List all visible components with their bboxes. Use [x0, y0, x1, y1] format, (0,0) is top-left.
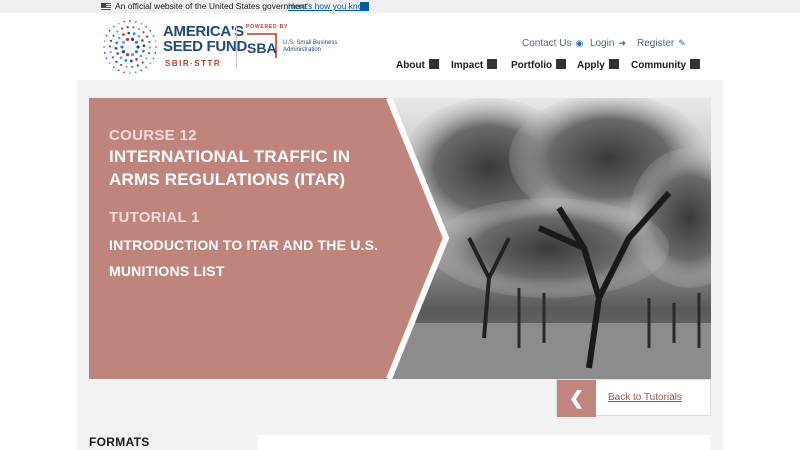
nav-about-label: About [396, 60, 425, 71]
gov-banner-text: An official website of the United States… [115, 1, 308, 11]
nav-about[interactable]: About [396, 59, 439, 72]
logo-title-line2: SEED FUND [163, 38, 247, 55]
login-label: Login [590, 38, 615, 49]
chat-bubble-icon: ◉ [575, 38, 584, 48]
course-title: INTERNATIONAL TRAFFIC IN ARMS REGULATION… [109, 147, 351, 189]
nav-portfolio-label: Portfolio [511, 60, 553, 71]
logo-divider [236, 25, 237, 69]
banner-toggle-icon[interactable] [360, 2, 369, 11]
logo-subtitle: SBIR·STTR [165, 59, 222, 68]
nav-apply-label: Apply [577, 60, 605, 71]
course-label: COURSE 12 [109, 127, 197, 144]
chevron-left-icon[interactable]: ❮ [557, 380, 596, 417]
contact-us-link[interactable]: Contact Us ◉ [522, 37, 583, 49]
dropdown-toggle-icon[interactable] [487, 59, 498, 69]
powered-by-label: POWERED BY [246, 24, 289, 30]
sign-in-icon: ➜ [618, 38, 627, 48]
nav-community-label: Community [631, 60, 686, 71]
dropdown-toggle-icon[interactable] [556, 59, 567, 69]
gov-banner: An official website of the United States… [0, 0, 800, 13]
nav-portfolio[interactable]: Portfolio [511, 59, 567, 72]
register-label: Register [637, 38, 675, 49]
us-flag-icon [101, 3, 111, 10]
pencil-icon: ✎ [678, 38, 686, 48]
back-to-tutorials-button[interactable]: ❮ Back to Tutorials [556, 379, 711, 417]
nav-apply[interactable]: Apply [577, 59, 619, 72]
nav-impact[interactable]: Impact [451, 59, 498, 72]
heres-how-you-know-link[interactable]: Here's how you know [288, 0, 369, 13]
content-card [257, 435, 711, 450]
dropdown-toggle-icon[interactable] [428, 59, 439, 69]
login-link[interactable]: Login ➜ [590, 37, 626, 49]
sba-logo-icon[interactable]: SBA [245, 32, 278, 60]
sba-name: U.S. Small Business Administration [283, 40, 338, 53]
back-to-tutorials-link[interactable]: Back to Tutorials [608, 392, 682, 403]
dropdown-toggle-icon[interactable] [608, 59, 619, 69]
tutorial-title: INTRODUCTION TO ITAR AND THE U.S. MUNITI… [109, 237, 379, 279]
logo-title[interactable]: AMERICA'S SEED FUND [163, 24, 247, 54]
register-link[interactable]: Register ✎ [637, 37, 686, 49]
formats-heading: FORMATS [89, 435, 150, 449]
nav-impact-label: Impact [451, 60, 484, 71]
nav-community[interactable]: Community [631, 59, 700, 72]
course-hero: COURSE 12 INTERNATIONAL TRAFFIC IN ARMS … [89, 98, 711, 379]
seed-fund-logo-icon[interactable] [101, 18, 159, 76]
logo-title-line1: AMERICA'S [163, 23, 244, 40]
tutorial-label: TUTORIAL 1 [109, 209, 200, 226]
dropdown-toggle-icon[interactable] [690, 59, 700, 69]
contact-us-label: Contact Us [522, 38, 572, 49]
sba-logo-mark: SBA [247, 40, 277, 56]
